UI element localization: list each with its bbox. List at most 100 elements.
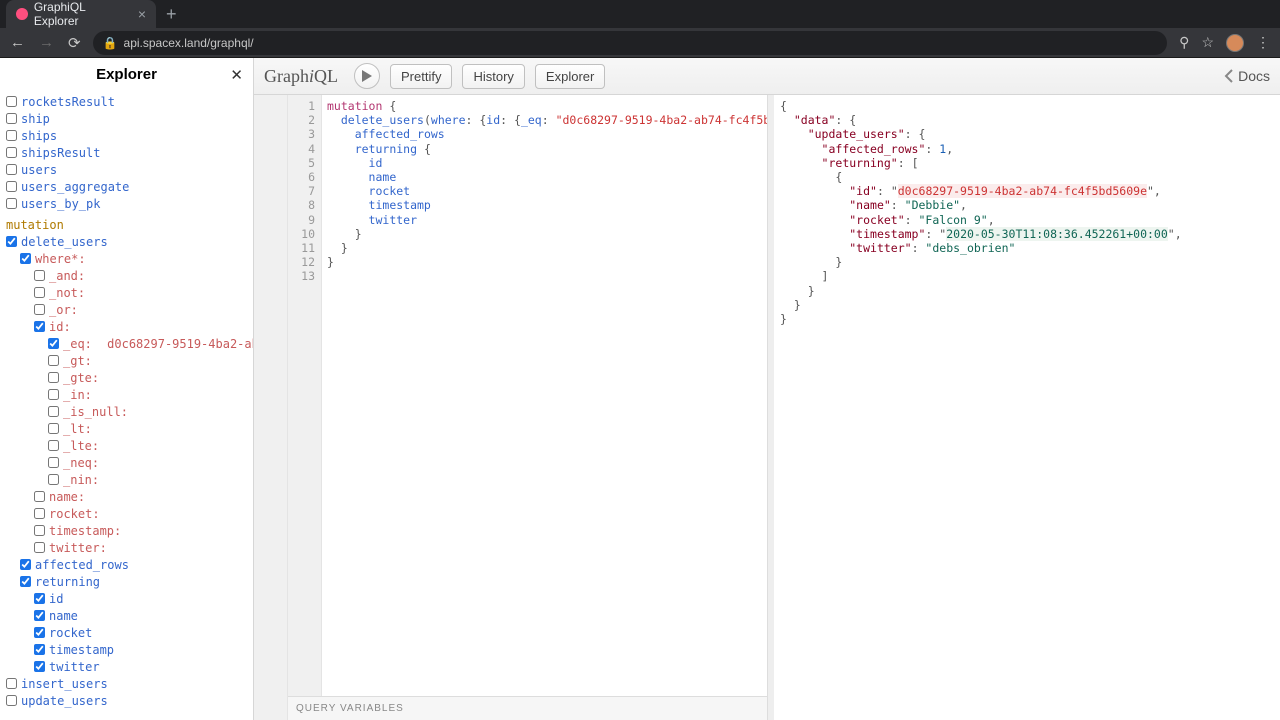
checkbox-insert_users[interactable] xyxy=(6,678,17,689)
checkbox-ret-rocket[interactable] xyxy=(34,627,45,638)
checkbox-name[interactable] xyxy=(34,491,45,502)
explorer-tree: rocketsResult ship ships shipsResult use… xyxy=(0,91,253,720)
checkbox-update_users[interactable] xyxy=(6,695,17,706)
tree-label[interactable]: timestamp: xyxy=(49,524,121,538)
tree-label[interactable]: ship xyxy=(21,112,50,126)
checkbox-ret-timestamp[interactable] xyxy=(34,644,45,655)
checkbox-returning[interactable] xyxy=(20,576,31,587)
browser-tab-strip: GraphiQL Explorer × + xyxy=(0,0,1280,28)
checkbox-in[interactable] xyxy=(48,389,59,400)
tree-label[interactable]: ships xyxy=(21,129,57,143)
tree-label[interactable]: insert_users xyxy=(21,677,108,691)
tree-label[interactable]: users_aggregate xyxy=(21,180,129,194)
query-editor[interactable]: 12345678910111213 mutation { delete_user… xyxy=(288,95,768,720)
explorer-button[interactable]: Explorer xyxy=(535,64,605,89)
tree-label[interactable]: _neq: xyxy=(63,456,99,470)
checkbox-id[interactable] xyxy=(34,321,45,332)
checkbox-shipsResult[interactable] xyxy=(6,147,17,158)
tree-label[interactable]: _nin: xyxy=(63,473,99,487)
tree-label[interactable]: _lte: xyxy=(63,439,99,453)
checkbox-twitter[interactable] xyxy=(34,542,45,553)
new-tab-button[interactable]: + xyxy=(166,4,177,25)
browser-tab[interactable]: GraphiQL Explorer × xyxy=(6,0,156,28)
checkbox-and[interactable] xyxy=(34,270,45,281)
checkbox-users[interactable] xyxy=(6,164,17,175)
checkbox-timestamp[interactable] xyxy=(34,525,45,536)
checkbox-eq[interactable] xyxy=(48,338,59,349)
checkbox-ret-twitter[interactable] xyxy=(34,661,45,672)
chevron-left-icon xyxy=(1224,69,1234,83)
tree-label[interactable]: _eq: xyxy=(63,337,92,351)
close-icon[interactable]: × xyxy=(138,7,146,21)
favicon xyxy=(16,8,28,20)
menu-icon[interactable]: ⋮ xyxy=(1256,34,1270,51)
tree-label[interactable]: users xyxy=(21,163,57,177)
browser-toolbar: ← → ⟳ 🔒 api.spacex.land/graphql/ ⚲ ☆ ⋮ xyxy=(0,28,1280,58)
tree-label[interactable]: _not: xyxy=(49,286,85,300)
checkbox-is_null[interactable] xyxy=(48,406,59,417)
query-code[interactable]: mutation { delete_users(where: {id: {_eq… xyxy=(322,95,767,696)
tab-title: GraphiQL Explorer xyxy=(34,0,132,28)
tree-label[interactable]: rocketsResult xyxy=(21,95,115,109)
address-bar[interactable]: 🔒 api.spacex.land/graphql/ xyxy=(93,31,1168,55)
checkbox-users_aggregate[interactable] xyxy=(6,181,17,192)
search-icon[interactable]: ⚲ xyxy=(1179,34,1189,51)
checkbox-gte[interactable] xyxy=(48,372,59,383)
tree-label[interactable]: _and: xyxy=(49,269,85,283)
checkbox-delete_users[interactable] xyxy=(6,236,17,247)
docs-button[interactable]: Docs xyxy=(1224,68,1270,84)
checkbox-not[interactable] xyxy=(34,287,45,298)
checkbox-neq[interactable] xyxy=(48,457,59,468)
checkbox-rocket[interactable] xyxy=(34,508,45,519)
tree-label[interactable]: twitter xyxy=(49,660,100,674)
toolbar: GraphiQL Prettify History Explorer Docs xyxy=(254,58,1280,95)
prettify-button[interactable]: Prettify xyxy=(390,64,452,89)
tree-label[interactable]: shipsResult xyxy=(21,146,100,160)
checkbox-or[interactable] xyxy=(34,304,45,315)
checkbox-where[interactable] xyxy=(20,253,31,264)
tree-label[interactable]: returning xyxy=(35,575,100,589)
tree-label[interactable]: twitter: xyxy=(49,541,107,555)
checkbox-affected_rows[interactable] xyxy=(20,559,31,570)
avatar[interactable] xyxy=(1226,34,1244,52)
reload-icon[interactable]: ⟳ xyxy=(68,34,81,52)
checkbox-nin[interactable] xyxy=(48,474,59,485)
explorer-close-icon[interactable]: ✕ xyxy=(230,66,243,84)
tree-label[interactable]: _gte: xyxy=(63,371,99,385)
star-icon[interactable]: ☆ xyxy=(1201,34,1214,51)
tree-label[interactable]: rocket: xyxy=(49,507,100,521)
tree-label[interactable]: _is_null: xyxy=(63,405,128,419)
checkbox-lt[interactable] xyxy=(48,423,59,434)
tree-label[interactable]: delete_users xyxy=(21,235,108,249)
tree-label[interactable]: _gt: xyxy=(63,354,92,368)
tree-label[interactable]: name xyxy=(49,609,78,623)
tree-label[interactable]: affected_rows xyxy=(35,558,129,572)
tree-label[interactable]: _or: xyxy=(49,303,78,317)
docs-label: Docs xyxy=(1238,68,1270,84)
checkbox-rocketsResult[interactable] xyxy=(6,96,17,107)
checkbox-lte[interactable] xyxy=(48,440,59,451)
tree-label[interactable]: id: xyxy=(49,320,71,334)
checkbox-ret-id[interactable] xyxy=(34,593,45,604)
checkbox-ret-name[interactable] xyxy=(34,610,45,621)
checkbox-gt[interactable] xyxy=(48,355,59,366)
tree-label[interactable]: _in: xyxy=(63,388,92,402)
tree-label[interactable]: where*: xyxy=(35,252,86,266)
checkbox-ships[interactable] xyxy=(6,130,17,141)
checkbox-users_by_pk[interactable] xyxy=(6,198,17,209)
variables-label: QUERY VARIABLES xyxy=(296,703,404,714)
play-button[interactable] xyxy=(354,63,380,89)
checkbox-ship[interactable] xyxy=(6,113,17,124)
query-variables-bar[interactable]: QUERY VARIABLES xyxy=(288,696,767,720)
gutter-spacer xyxy=(254,95,288,720)
tree-label[interactable]: rocket xyxy=(49,626,92,640)
tree-label[interactable]: _lt: xyxy=(63,422,92,436)
tree-label[interactable]: timestamp xyxy=(49,643,114,657)
tree-label[interactable]: update_users xyxy=(21,694,108,708)
back-icon[interactable]: ← xyxy=(10,34,25,51)
history-button[interactable]: History xyxy=(462,64,524,89)
tree-label[interactable]: id xyxy=(49,592,63,606)
tree-label[interactable]: users_by_pk xyxy=(21,197,100,211)
eq-value[interactable]: d0c68297-9519-4ba2-ab74-fc4 xyxy=(107,337,253,351)
tree-label[interactable]: name: xyxy=(49,490,85,504)
